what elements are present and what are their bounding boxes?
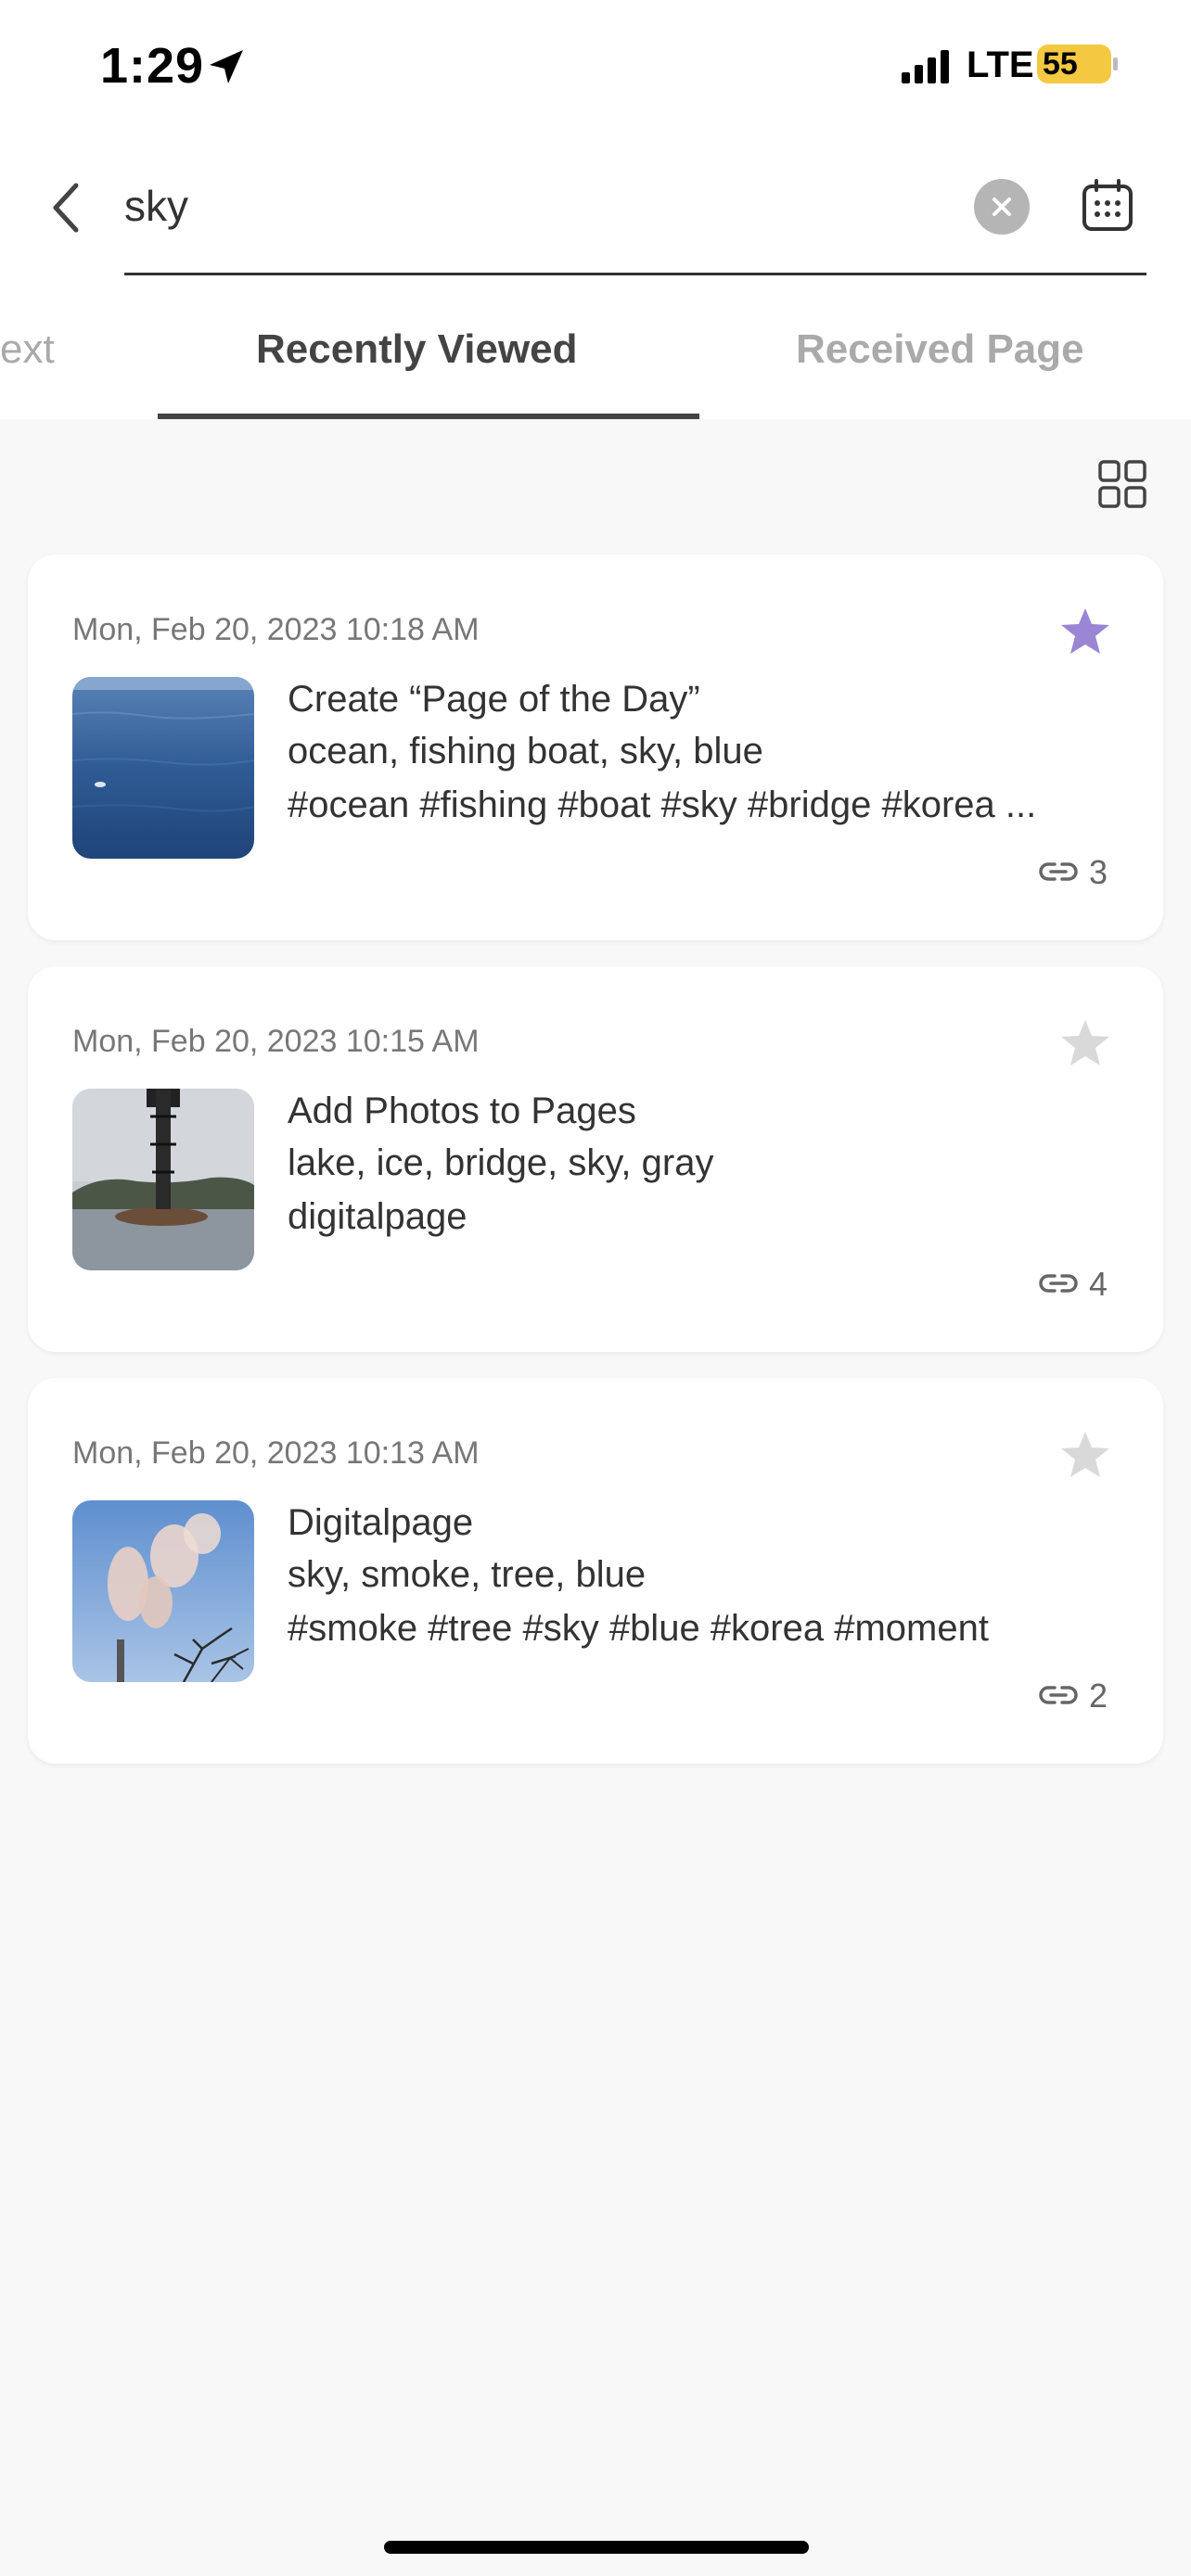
back-chevron-icon[interactable] (46, 180, 87, 236)
battery-cap (1113, 57, 1118, 70)
link-count: 4 (1089, 1265, 1108, 1303)
signal-icon (902, 50, 949, 83)
tab-received-page[interactable]: Received Page (796, 326, 1084, 373)
close-icon (992, 198, 1011, 216)
clear-search-button[interactable] (974, 179, 1030, 235)
page-card[interactable]: Mon, Feb 20, 2023 10:18 AM Create “Page … (28, 555, 1163, 940)
tab-text[interactable]: ext (0, 326, 55, 373)
card-keywords: lake, ice, bridge, sky, gray (288, 1142, 714, 1183)
card-date: Mon, Feb 20, 2023 10:15 AM (72, 1024, 480, 1059)
card-title: Add Photos to Pages (288, 1090, 636, 1131)
link-icon (1039, 1274, 1078, 1293)
card-keywords: sky, smoke, tree, blue (288, 1554, 647, 1595)
link-count: 3 (1089, 853, 1108, 891)
card-title: Digitalpage (288, 1502, 474, 1543)
home-indicator[interactable] (384, 2541, 809, 2554)
link-icon (1039, 1686, 1078, 1704)
lake-bridge-thumbnail (72, 1089, 254, 1270)
smoke-sky-thumbnail (72, 1500, 254, 1682)
status-time: 1:29 (100, 38, 205, 94)
calendar-icon[interactable] (1080, 178, 1135, 234)
link-count: 2 (1089, 1677, 1108, 1715)
search-input[interactable] (124, 172, 941, 239)
favorite-star-icon[interactable] (1059, 1430, 1111, 1480)
card-tags: digitalpage (288, 1196, 467, 1237)
card-tags: #ocean #fishing #boat #sky #bridge #kore… (288, 784, 1037, 825)
card-date: Mon, Feb 20, 2023 10:18 AM (72, 612, 480, 647)
network-type: LTE (967, 45, 1034, 85)
ocean-thumbnail (72, 677, 254, 859)
search-underline (124, 273, 1146, 275)
active-tab-indicator (158, 414, 699, 419)
location-arrow-icon (210, 50, 243, 83)
card-date: Mon, Feb 20, 2023 10:13 AM (72, 1435, 480, 1471)
link-icon (1039, 862, 1078, 881)
tab-recently-viewed[interactable]: Recently Viewed (256, 326, 577, 373)
card-keywords: ocean, fishing boat, sky, blue (288, 731, 763, 772)
battery-level: 55 (1043, 46, 1078, 82)
page-card[interactable]: Mon, Feb 20, 2023 10:13 AM Digitalpage s… (28, 1378, 1163, 1764)
favorite-star-icon[interactable] (1059, 606, 1111, 657)
card-title: Create “Page of the Day” (288, 679, 700, 720)
card-tags: #smoke #tree #sky #blue #korea #moment (288, 1608, 989, 1649)
favorite-star-icon[interactable] (1059, 1018, 1111, 1068)
page-card[interactable]: Mon, Feb 20, 2023 10:15 AM Add Photos to… (28, 966, 1163, 1352)
grid-view-icon[interactable] (1098, 460, 1146, 508)
